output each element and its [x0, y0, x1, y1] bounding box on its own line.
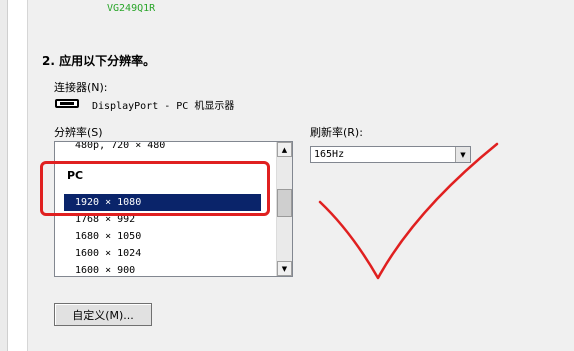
displayport-connector-icon [55, 99, 79, 108]
customize-button[interactable]: 自定义(M)... [54, 303, 152, 326]
resolution-label: 分辨率(S) [54, 126, 103, 139]
step-title: 2. 应用以下分辨率。 [42, 54, 156, 68]
monitor-name: VG249Q1R [107, 3, 156, 14]
resolution-item[interactable]: 1680 × 1050 [55, 228, 278, 245]
resolution-item[interactable]: 1600 × 900 [55, 262, 278, 276]
connector-value: DisplayPort - PC 机显示器 [92, 101, 235, 112]
resolution-list-scrollbar[interactable]: ▲ ▼ [276, 142, 292, 276]
red-highlight-annotation [40, 161, 270, 216]
scroll-down-arrow-icon[interactable]: ▼ [277, 261, 292, 276]
resolution-item[interactable]: 480p, 720 × 480 [55, 142, 278, 154]
scroll-up-arrow-icon[interactable]: ▲ [277, 142, 292, 157]
left-edge-strip [0, 0, 8, 351]
refresh-rate-label: 刷新率(R): [310, 126, 363, 139]
resolution-item[interactable]: 1600 × 1024 [55, 245, 278, 262]
red-checkmark-annotation [318, 142, 499, 280]
scrollbar-thumb[interactable] [277, 189, 292, 217]
connector-label: 连接器(N): [54, 81, 108, 94]
